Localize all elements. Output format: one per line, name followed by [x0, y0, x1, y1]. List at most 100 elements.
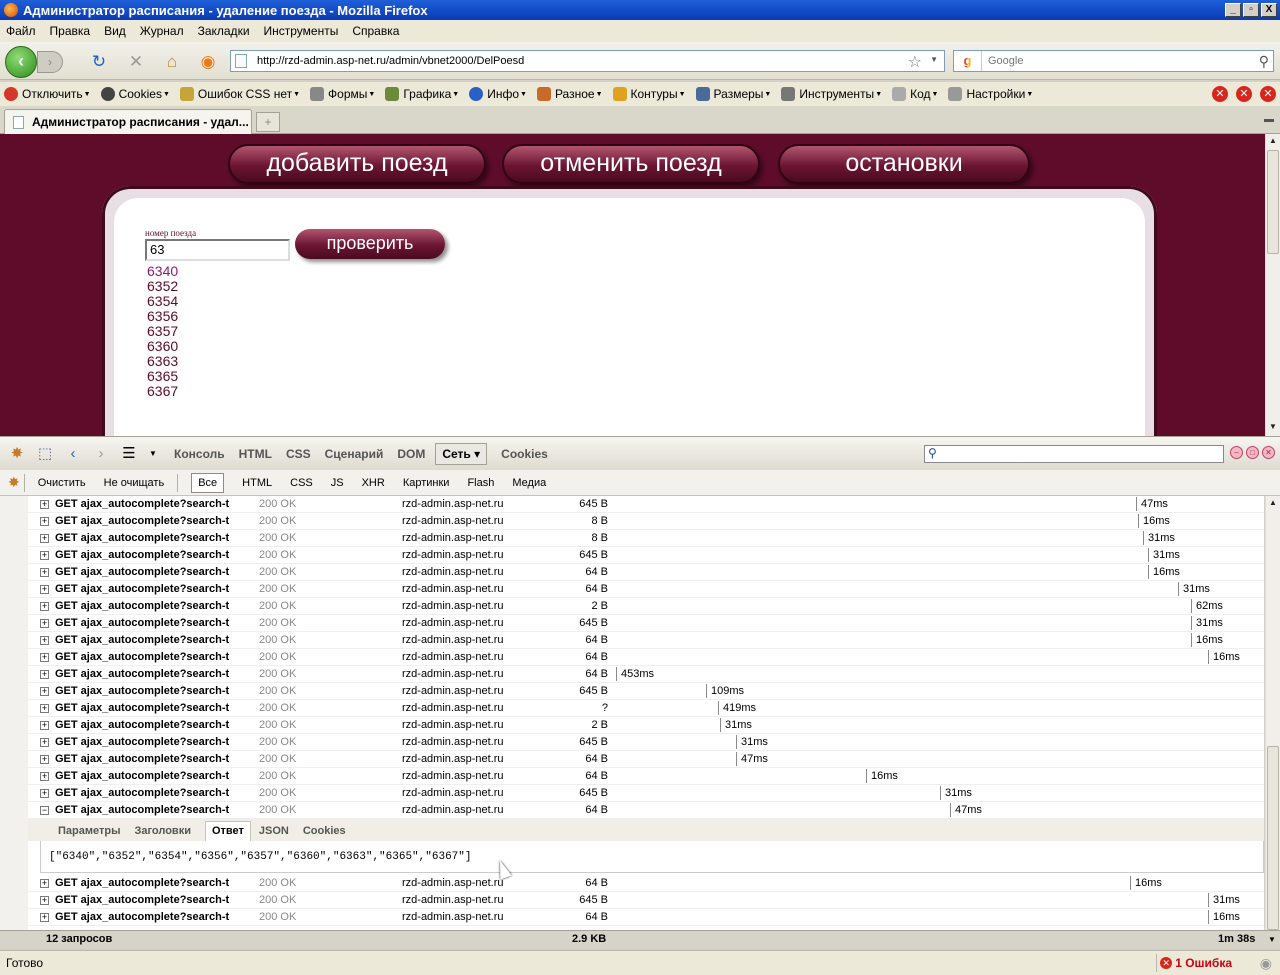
filter-flash[interactable]: Flash: [467, 477, 494, 489]
close-toolbar-icon[interactable]: ✕: [1212, 86, 1228, 102]
expand-toggle-icon[interactable]: +: [40, 551, 49, 560]
tab-css[interactable]: CSS: [286, 447, 311, 461]
scroll-up-icon[interactable]: ▲: [1266, 134, 1280, 148]
detail-tab[interactable]: Ответ: [204, 821, 251, 841]
expand-toggle-icon[interactable]: +: [40, 500, 49, 509]
expand-toggle-icon[interactable]: +: [40, 738, 49, 747]
detail-tab[interactable]: Заголовки: [134, 825, 190, 841]
menu-bookmarks[interactable]: Закладки: [198, 24, 250, 38]
search-icon[interactable]: ⚲: [1259, 53, 1269, 70]
expand-toggle-icon[interactable]: +: [40, 636, 49, 645]
tab-dom[interactable]: DOM: [397, 447, 425, 461]
close-firebug-icon[interactable]: ✕: [1262, 446, 1275, 459]
expand-toggle-icon[interactable]: +: [40, 721, 49, 730]
forward-button[interactable]: ›: [37, 51, 63, 73]
suggestion-item[interactable]: 6354: [147, 294, 178, 309]
detach-firebug-icon[interactable]: □: [1246, 446, 1259, 459]
css-errors-menu[interactable]: Ошибок CSS нет ▼: [179, 87, 300, 101]
resize-menu[interactable]: Размеры ▼: [695, 87, 771, 101]
tab-script[interactable]: Сценарий: [325, 447, 384, 461]
search-input[interactable]: g Google ⚲: [953, 50, 1274, 72]
misc-menu[interactable]: Разное ▼: [536, 87, 603, 101]
filter-xhr[interactable]: XHR: [362, 477, 385, 489]
expand-toggle-icon[interactable]: +: [40, 687, 49, 696]
url-dropdown-icon[interactable]: ▼: [930, 55, 938, 64]
net-request-row[interactable]: + GET ajax_autocomplete?search-t 200 OK rzd…: [28, 615, 1264, 632]
net-request-row[interactable]: + GET ajax_autocomplete?search-t 200 OK rzd…: [28, 598, 1264, 615]
net-request-row[interactable]: + GET ajax_autocomplete?search-t 200 OK rzd…: [28, 892, 1264, 909]
tab-current[interactable]: Администратор расписания - удал...: [4, 109, 252, 134]
suggestion-item[interactable]: 6365: [147, 369, 178, 384]
url-bar[interactable]: http://rzd-admin.asp-net.ru/admin/vbnet2…: [230, 50, 945, 72]
menu-history[interactable]: Журнал: [140, 24, 184, 38]
net-request-row[interactable]: + GET ajax_autocomplete?search-t 200 OK rzd…: [28, 909, 1264, 926]
net-request-row[interactable]: − GET ajax_autocomplete?search-t 200 OK rzd…: [28, 802, 1264, 819]
add-train-button[interactable]: добавить поезд: [228, 144, 486, 184]
filter-html[interactable]: HTML: [242, 477, 272, 489]
check-button[interactable]: проверить: [295, 229, 445, 259]
tab-html[interactable]: HTML: [239, 447, 272, 461]
scroll-down-icon[interactable]: ▼: [1268, 931, 1276, 948]
expand-toggle-icon[interactable]: +: [40, 896, 49, 905]
expand-toggle-icon[interactable]: +: [40, 653, 49, 662]
firebug-search-input[interactable]: ⚲: [924, 445, 1224, 463]
expand-toggle-icon[interactable]: +: [40, 619, 49, 628]
menu-file[interactable]: Файл: [6, 24, 36, 38]
stops-button[interactable]: остановки: [778, 144, 1030, 184]
dropdown-icon[interactable]: ▼: [146, 443, 160, 465]
info-menu[interactable]: Инфо ▼: [469, 87, 527, 101]
filter-all[interactable]: Все: [191, 472, 225, 493]
rss-icon[interactable]: ◉: [198, 52, 218, 72]
menu-help[interactable]: Справка: [352, 24, 399, 38]
suggestion-item[interactable]: 6356: [147, 309, 178, 324]
persist-button[interactable]: Не очищать: [104, 477, 165, 489]
reload-icon[interactable]: ↻: [89, 52, 109, 72]
detail-tab[interactable]: JSON: [259, 825, 289, 841]
expand-toggle-icon[interactable]: +: [40, 517, 49, 526]
net-request-row[interactable]: + GET ajax_autocomplete?search-t 200 OK rzd…: [28, 751, 1264, 768]
stop-icon[interactable]: ✕: [126, 52, 146, 72]
expand-toggle-icon[interactable]: +: [40, 772, 49, 781]
error-count[interactable]: ✕ 1 Ошибка: [1156, 954, 1236, 972]
images-menu[interactable]: Графика ▼: [385, 87, 459, 101]
net-request-row[interactable]: + GET ajax_autocomplete?search-t 200 OK rzd…: [28, 513, 1264, 530]
net-request-row[interactable]: + GET ajax_autocomplete?search-t 200 OK rzd…: [28, 649, 1264, 666]
forms-menu[interactable]: Формы ▼: [310, 87, 375, 101]
expand-toggle-icon[interactable]: +: [40, 670, 49, 679]
inspect-icon[interactable]: ⬚: [34, 443, 56, 465]
tab-list-icon[interactable]: ▬: [1264, 114, 1274, 125]
scroll-down-icon[interactable]: ▼: [1266, 420, 1280, 434]
train-number-input[interactable]: 63: [145, 239, 290, 261]
net-request-row[interactable]: + GET ajax_autocomplete?search-t 200 OK rzd…: [28, 683, 1264, 700]
filter-js[interactable]: JS: [331, 477, 344, 489]
maximize-button[interactable]: ▫: [1243, 3, 1259, 17]
expand-toggle-icon[interactable]: +: [40, 534, 49, 543]
net-request-row[interactable]: + GET ajax_autocomplete?search-t 200 OK rzd…: [28, 734, 1264, 751]
filter-images[interactable]: Картинки: [403, 477, 450, 489]
minimize-button[interactable]: _: [1225, 3, 1241, 17]
scroll-thumb[interactable]: [1267, 150, 1279, 254]
suggestion-item[interactable]: 6357: [147, 324, 178, 339]
net-scrollbar[interactable]: ▲: [1265, 496, 1280, 930]
net-request-row[interactable]: + GET ajax_autocomplete?search-t 200 OK rzd…: [28, 632, 1264, 649]
expand-toggle-icon[interactable]: +: [40, 602, 49, 611]
source-menu[interactable]: Код ▼: [892, 87, 938, 101]
suggestion-item[interactable]: 6367: [147, 384, 178, 399]
net-request-row[interactable]: + GET ajax_autocomplete?search-t 200 OK rzd…: [28, 768, 1264, 785]
expand-toggle-icon[interactable]: +: [40, 568, 49, 577]
cookies-menu[interactable]: Cookies ▼: [100, 87, 170, 101]
close-toolbar-icon[interactable]: ✕: [1260, 86, 1276, 102]
net-request-row[interactable]: + GET ajax_autocomplete?search-t 200 OK rzd…: [28, 717, 1264, 734]
page-scrollbar[interactable]: ▲ ▼: [1265, 134, 1280, 436]
tab-console[interactable]: Консоль: [174, 447, 225, 461]
net-request-row[interactable]: + GET ajax_autocomplete?search-t 200 OK rzd…: [28, 547, 1264, 564]
new-tab-button[interactable]: +: [256, 112, 280, 132]
filter-css[interactable]: CSS: [290, 477, 313, 489]
options-menu[interactable]: Настройки ▼: [948, 87, 1033, 101]
net-request-row[interactable]: + GET ajax_autocomplete?search-t 200 OK rzd…: [28, 875, 1264, 892]
net-request-row[interactable]: + GET ajax_autocomplete?search-t 200 OK rzd…: [28, 700, 1264, 717]
menu-tools[interactable]: Инструменты: [264, 24, 339, 38]
minimize-firebug-icon[interactable]: –: [1230, 446, 1243, 459]
firebug-icon[interactable]: ✸: [6, 443, 28, 465]
back-button[interactable]: ‹: [5, 46, 37, 78]
